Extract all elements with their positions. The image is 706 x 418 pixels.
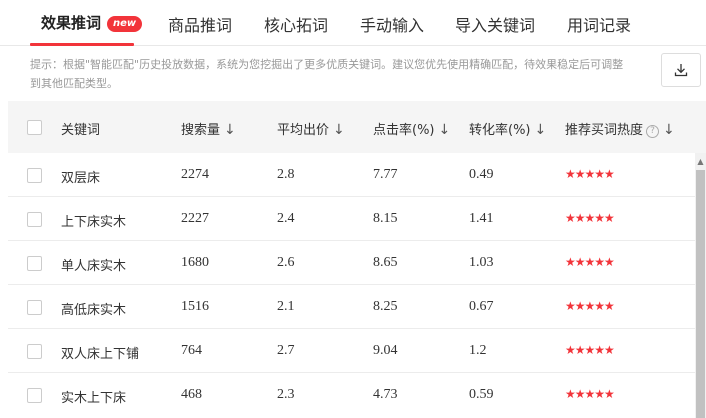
- header-ctr[interactable]: 点击率(%) ↓: [373, 119, 450, 138]
- sort-arrow-icon: ↓: [224, 122, 236, 138]
- cell-search-volume: 468: [181, 387, 202, 402]
- active-tab-indicator: [30, 43, 134, 46]
- help-circle-icon[interactable]: ?: [646, 125, 660, 138]
- cell-avg-bid: 2.7: [277, 343, 295, 358]
- tab-effect-recommend[interactable]: 效果推词 new: [41, 12, 143, 33]
- tip-text: 提示：根据"智能匹配"历史投放数据，系统为您挖掘出了更多优质关键词。建议您优先使…: [30, 58, 624, 90]
- download-button[interactable]: [661, 53, 701, 87]
- heat-stars-icon: ★★★★★: [565, 167, 615, 181]
- select-all-checkbox[interactable]: [27, 120, 42, 135]
- header-keyword: 关键词: [61, 123, 101, 138]
- scrollbar-thumb[interactable]: [696, 170, 705, 418]
- sort-arrow-icon: ↓: [438, 122, 451, 138]
- table-row[interactable]: 高低床实木 1516 2.1 8.25 0.67 ★★★★★: [8, 285, 696, 329]
- heat-stars-icon: ★★★★★: [565, 255, 615, 269]
- cell-cvr: 1.2: [469, 343, 487, 358]
- cell-avg-bid: 2.8: [277, 167, 295, 182]
- sort-arrow-icon: ↓: [534, 122, 547, 138]
- header-heat[interactable]: 推荐买词热度? ↓: [565, 119, 675, 138]
- download-icon: [674, 64, 688, 77]
- cell-keyword: 实木上下床: [61, 391, 127, 406]
- cell-ctr: 9.04: [373, 343, 398, 358]
- cell-keyword: 上下床实木: [61, 215, 127, 230]
- new-badge: new: [107, 16, 143, 32]
- row-checkbox[interactable]: [27, 256, 42, 271]
- row-checkbox[interactable]: [27, 212, 42, 227]
- table-row[interactable]: 双层床 2274 2.8 7.77 0.49 ★★★★★: [8, 153, 696, 197]
- cell-avg-bid: 2.1: [277, 299, 295, 314]
- table-row[interactable]: 上下床实木 2227 2.4 8.15 1.41 ★★★★★: [8, 197, 696, 241]
- cell-keyword: 双人床上下铺: [61, 347, 140, 362]
- row-checkbox[interactable]: [27, 344, 42, 359]
- cell-search-volume: 2227: [181, 211, 209, 226]
- cell-search-volume: 1680: [181, 255, 209, 270]
- heat-stars-icon: ★★★★★: [565, 299, 615, 313]
- tab-usage-record[interactable]: 用词记录: [567, 12, 631, 36]
- table-row[interactable]: 实木上下床 468 2.3 4.73 0.59 ★★★★★: [8, 373, 696, 418]
- cell-ctr: 8.15: [373, 211, 398, 226]
- cell-cvr: 0.67: [469, 299, 494, 314]
- sort-arrow-icon: ↓: [663, 122, 675, 138]
- cell-avg-bid: 2.4: [277, 211, 295, 226]
- cell-keyword: 双层床: [61, 171, 101, 186]
- heat-stars-icon: ★★★★★: [565, 343, 615, 357]
- row-checkbox[interactable]: [27, 300, 42, 315]
- cell-keyword: 单人床实木: [61, 259, 127, 274]
- cell-keyword: 高低床实木: [61, 303, 127, 318]
- tab-label: 效果推词: [41, 14, 102, 32]
- heat-stars-icon: ★★★★★: [565, 387, 615, 401]
- tab-product-recommend[interactable]: 商品推词: [168, 12, 232, 36]
- tab-manual-input[interactable]: 手动输入: [360, 12, 424, 36]
- scroll-up-icon[interactable]: ▲: [695, 157, 706, 166]
- cell-avg-bid: 2.6: [277, 255, 295, 270]
- cell-search-volume: 1516: [181, 299, 209, 314]
- cell-ctr: 8.25: [373, 299, 398, 314]
- table-row[interactable]: 单人床实木 1680 2.6 8.65 1.03 ★★★★★: [8, 241, 696, 285]
- cell-cvr: 1.41: [469, 211, 494, 226]
- cell-search-volume: 764: [181, 343, 202, 358]
- tab-bar: 效果推词 new 商品推词 核心拓词 手动输入 导入关键词 用词记录: [0, 0, 706, 46]
- cell-ctr: 4.73: [373, 387, 398, 402]
- header-avg-bid[interactable]: 平均出价 ↓: [277, 119, 345, 138]
- cell-ctr: 7.77: [373, 167, 398, 182]
- cell-cvr: 0.59: [469, 387, 494, 402]
- heat-stars-icon: ★★★★★: [565, 211, 615, 225]
- table-scrollbar[interactable]: ▲: [695, 153, 706, 418]
- table-row[interactable]: 双人床上下铺 764 2.7 9.04 1.2 ★★★★★: [8, 329, 696, 373]
- row-checkbox[interactable]: [27, 388, 42, 403]
- sort-arrow-icon: ↓: [333, 122, 345, 138]
- row-checkbox[interactable]: [27, 168, 42, 183]
- cell-cvr: 0.49: [469, 167, 494, 182]
- table-header: 关键词 搜索量 ↓ 平均出价 ↓ 点击率(%) ↓ 转化率(%) ↓ 推荐买词热度? ↓: [8, 101, 706, 153]
- tab-core-expand[interactable]: 核心拓词: [264, 12, 328, 36]
- tab-import-keywords[interactable]: 导入关键词: [455, 12, 535, 36]
- cell-avg-bid: 2.3: [277, 387, 295, 402]
- cell-search-volume: 2274: [181, 167, 209, 182]
- cell-ctr: 8.65: [373, 255, 398, 270]
- cell-cvr: 1.03: [469, 255, 494, 270]
- header-search-volume[interactable]: 搜索量 ↓: [181, 119, 236, 138]
- header-cvr[interactable]: 转化率(%) ↓: [469, 119, 546, 138]
